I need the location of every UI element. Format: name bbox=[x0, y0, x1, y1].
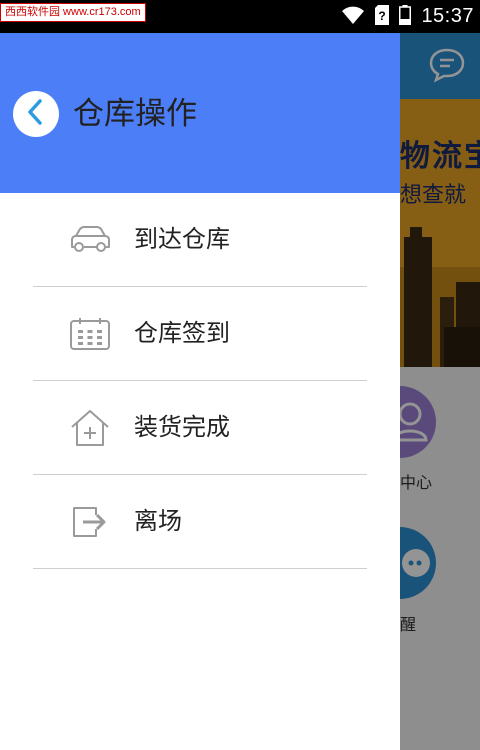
drawer-menu: 到达仓库 仓库签到 装货完成 离场 bbox=[0, 193, 400, 569]
car-icon bbox=[69, 222, 111, 258]
menu-item-label: 装货完成 bbox=[134, 413, 230, 441]
back-button[interactable] bbox=[13, 91, 59, 137]
menu-item-arrive-warehouse[interactable]: 到达仓库 bbox=[33, 193, 367, 287]
sim-icon: ? bbox=[375, 4, 390, 29]
navigation-drawer: 仓库操作 到达仓库 仓库签到 装货完成 离场 bbox=[0, 33, 400, 750]
menu-item-leave-site[interactable]: 离场 bbox=[33, 475, 367, 569]
menu-item-label: 仓库签到 bbox=[134, 319, 230, 347]
svg-text:?: ? bbox=[379, 9, 386, 23]
menu-item-label: 离场 bbox=[134, 507, 182, 535]
background-app[interactable]: 物流宝 想查就 中心 醒 bbox=[400, 33, 480, 750]
exit-icon bbox=[69, 504, 111, 540]
status-bar: 西西软件园 www.cr173.com ? 15:37 bbox=[0, 0, 480, 33]
wifi-icon bbox=[341, 5, 365, 29]
menu-item-warehouse-checkin[interactable]: 仓库签到 bbox=[33, 287, 367, 381]
watermark: 西西软件园 www.cr173.com bbox=[0, 3, 146, 22]
drawer-title: 仓库操作 bbox=[73, 96, 197, 132]
chevron-left-icon bbox=[25, 98, 47, 130]
calendar-icon bbox=[69, 316, 111, 352]
scrim-overlay[interactable] bbox=[400, 33, 480, 750]
menu-item-loading-complete[interactable]: 装货完成 bbox=[33, 381, 367, 475]
status-icons: ? 15:37 bbox=[341, 0, 474, 33]
menu-item-label: 到达仓库 bbox=[134, 225, 230, 253]
clock: 15:37 bbox=[421, 5, 474, 27]
drawer-header: 仓库操作 bbox=[0, 33, 400, 193]
battery-icon bbox=[399, 4, 412, 29]
house-plus-icon bbox=[69, 410, 111, 446]
